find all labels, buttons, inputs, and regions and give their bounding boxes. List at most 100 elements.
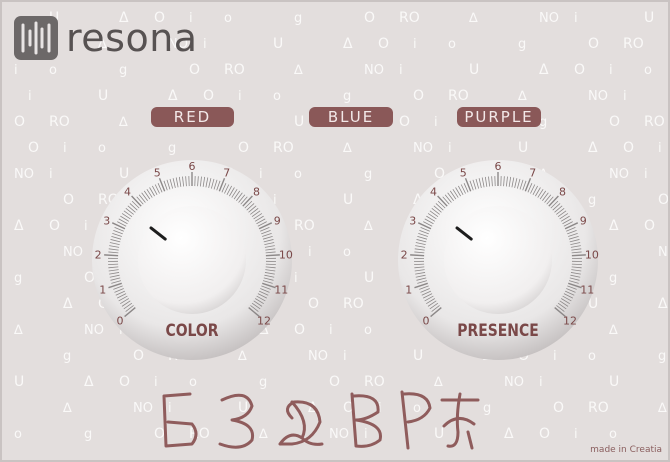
knob-scale-label: 4 [124,186,131,199]
pattern-glyph: ∆ [363,219,373,234]
knob-cap[interactable] [138,206,246,314]
pattern-glyph: ∆ [657,401,667,416]
knob-cap[interactable] [444,206,552,314]
pattern-glyph: Δ [658,296,668,312]
pattern-glyph: g [343,89,351,104]
pattern-glyph: NO [364,63,384,78]
pattern-glyph: O [189,62,200,78]
pattern-glyph: i [308,245,312,260]
pattern-glyph: NO [14,167,34,182]
pattern-glyph: ∆ [342,141,352,156]
pattern-glyph: i [84,219,88,234]
knob-scale-label: 1 [99,284,106,297]
pattern-glyph: U [364,270,374,286]
pattern-glyph: RO [49,114,70,130]
pattern-glyph: Δ [504,426,514,442]
knob-scale-label: 9 [274,214,281,227]
pattern-glyph: U [14,374,24,390]
handwritten-signature [162,390,480,450]
knob-scale-label: 11 [274,284,288,297]
preset-chip-red[interactable]: RED [151,107,234,127]
pattern-glyph: O [203,88,214,104]
color-knob[interactable]: 0 1 2 3 4 5 6 7 8 9 10 11 12 COLOR [90,160,294,364]
pattern-glyph: Δ [84,374,94,390]
pattern-glyph: O [28,140,39,156]
pattern-glyph: i [413,37,417,52]
pattern-glyph: O [574,62,585,78]
knob-scale-label: 11 [580,284,594,297]
knob-tick [571,263,582,266]
knob-tick [265,263,276,266]
pattern-glyph: NO [588,89,608,104]
pattern-glyph: g [658,349,666,364]
pattern-glyph: RO [623,36,644,52]
pattern-glyph: i [294,271,298,286]
pattern-glyph: o [14,427,22,442]
pattern-glyph: RO [343,296,364,312]
knob-scale-label: 5 [154,167,161,180]
pattern-glyph: i [539,375,543,390]
pattern-glyph: Δ [168,88,178,104]
pattern-glyph: NO [413,141,433,156]
pattern-glyph: RO [448,88,469,104]
pattern-glyph: O [539,426,550,442]
preset-chip-purple[interactable]: PURPLE [457,107,541,127]
knob-scale-label: 5 [460,167,467,180]
pattern-glyph: O [119,374,130,390]
pattern-glyph: i [399,63,403,78]
knob-tick [571,254,586,257]
pattern-glyph: NO [539,11,559,26]
pattern-glyph: O [644,218,655,234]
preset-chip-blue[interactable]: BLUE [309,107,393,127]
made-in-credit: made in Creatia [590,445,662,455]
knob-scale-label: 6 [189,160,196,173]
pattern-glyph: ∆ [517,89,527,104]
knob-tick [414,263,425,266]
pattern-glyph: Δ [63,296,73,312]
knob-scale-label: 2 [401,249,408,262]
pattern-glyph: U [343,192,353,208]
pattern-glyph: U [518,140,528,156]
knob-scale-label: 3 [409,214,416,227]
pattern-glyph: g [483,401,491,416]
pattern-glyph: O [623,140,634,156]
pattern-glyph: RO [588,400,609,416]
pattern-glyph: i [574,427,578,442]
pattern-glyph: g [14,271,22,286]
knob-scale-label: 7 [529,167,536,180]
knob-tick [410,254,425,257]
pattern-glyph: RO [294,218,315,234]
pattern-glyph: NO [63,245,83,260]
presence-knob[interactable]: 0 1 2 3 4 5 6 7 8 9 10 11 12 PRESENCE [396,160,600,364]
pattern-glyph: Δ [609,218,619,234]
pattern-glyph: RO [224,62,245,78]
pattern-glyph: NO [658,245,670,260]
pattern-glyph: NO [308,349,328,364]
pattern-glyph: O [658,192,669,208]
pattern-glyph: U [644,10,654,26]
pattern-glyph: i [574,11,578,26]
pattern-glyph: o [343,245,351,260]
pattern-glyph: O [294,322,305,338]
pattern-glyph: Δ [588,140,598,156]
knob-scale-label: 3 [103,214,110,227]
pattern-glyph: o [644,63,652,78]
resona-logo-icon [14,16,58,60]
plugin-panel: UΔOiogORO∆NOiURO∆NOiUΔOiogOROiogORO∆NOiU… [0,0,670,462]
knob-scale-label: 7 [223,167,230,180]
pattern-glyph: i [329,323,333,338]
knob-scale-label: 6 [495,160,502,173]
pattern-glyph: O [413,88,424,104]
pattern-glyph: Δ [343,36,353,52]
pattern-glyph: o [364,323,372,338]
pattern-glyph: i [658,141,662,156]
pattern-glyph: g [168,141,176,156]
presence-knob-label: PRESENCE [457,321,539,341]
knob-scale-label: 9 [580,214,587,227]
pattern-glyph: i [343,349,347,364]
knob-tick [265,254,280,257]
pattern-glyph: g [518,37,526,52]
pattern-glyph: RO [644,114,665,130]
pattern-glyph: O [609,114,620,130]
pattern-glyph: RO [273,140,294,156]
